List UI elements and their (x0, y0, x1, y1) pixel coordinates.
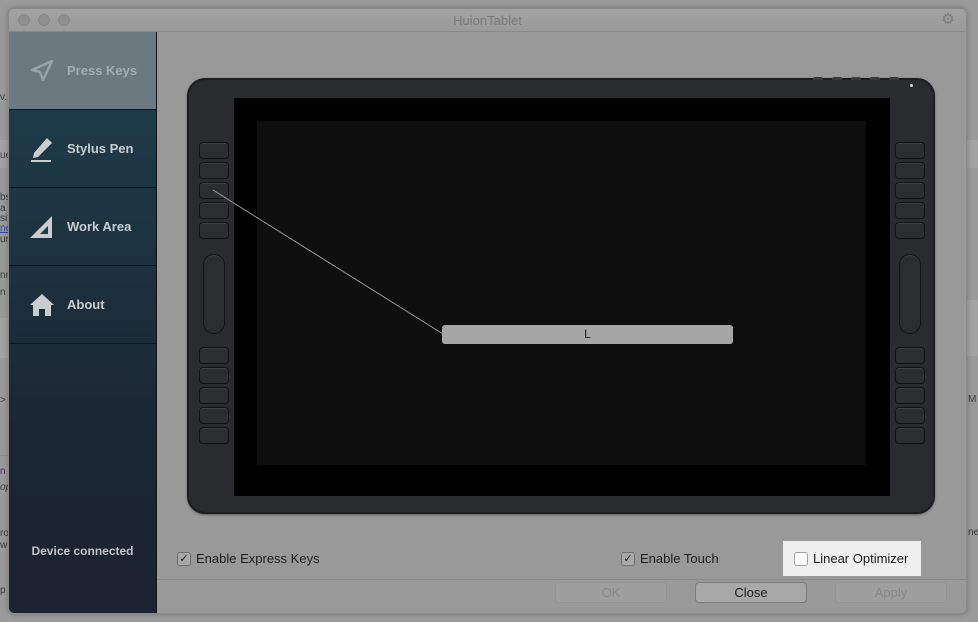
checkbox-label: Enable Touch (640, 551, 719, 566)
tablet-illustration: L (187, 77, 935, 514)
enable-express-keys-checkbox[interactable]: ✓ Enable Express Keys (177, 551, 320, 566)
bg-text: ne (968, 527, 978, 538)
left-top-express-keys (198, 142, 230, 242)
selected-key-label[interactable]: L (442, 325, 733, 344)
linear-optimizer-highlight: Linear Optimizer (783, 541, 921, 576)
desktop: v. ue bs a sit ne ur nn n A > n op ro w … (0, 0, 978, 622)
bg-strip (966, 300, 978, 356)
bg-text: n (0, 466, 6, 477)
sidebar-item-work-area[interactable]: Work Area (9, 188, 156, 266)
bg-strip (0, 318, 8, 358)
express-key[interactable] (199, 142, 229, 159)
right-bottom-express-keys (894, 347, 926, 447)
left-bottom-express-keys (198, 347, 230, 447)
express-key[interactable] (199, 407, 229, 424)
checkbox[interactable]: ✓ (621, 551, 635, 566)
footer-divider (157, 579, 966, 580)
apply-button[interactable]: Apply (835, 582, 947, 603)
sidebar: Press Keys Stylus Pen Work Area About De… (9, 32, 157, 613)
power-led (910, 84, 913, 87)
express-key[interactable] (199, 387, 229, 404)
express-key[interactable] (895, 407, 925, 424)
gear-icon[interactable]: ⚙ (940, 12, 956, 28)
checkbox-label: Enable Express Keys (196, 551, 320, 566)
bg-text: w (0, 540, 8, 551)
express-key[interactable] (199, 222, 229, 239)
linear-optimizer-checkbox[interactable]: Linear Optimizer (794, 551, 908, 566)
top-hardware-button (870, 77, 880, 80)
sidebar-item-label: Press Keys (67, 63, 138, 78)
express-key[interactable] (895, 222, 925, 239)
express-key[interactable] (895, 142, 925, 159)
cursor-arrow-icon (27, 56, 57, 86)
left-touch-ring[interactable] (203, 254, 225, 334)
express-key[interactable] (895, 202, 925, 219)
checkbox-label: Linear Optimizer (813, 551, 909, 566)
express-key[interactable] (895, 387, 925, 404)
right-touch-ring[interactable] (899, 254, 921, 334)
ok-button[interactable]: OK (555, 582, 667, 603)
huion-tablet-window: HuionTablet ⚙ Press Keys Stylus Pen Work… (8, 8, 967, 614)
window-title: HuionTablet (453, 13, 522, 28)
press-keys-panel: L ✓ Enable Express Keys ✓ Enable Touch L… (157, 32, 966, 613)
express-key[interactable] (199, 427, 229, 444)
express-key[interactable] (895, 347, 925, 364)
bg-strip (966, 140, 978, 168)
sidebar-item-stylus-pen[interactable]: Stylus Pen (9, 110, 156, 188)
express-key[interactable] (895, 427, 925, 444)
express-key[interactable] (199, 162, 229, 179)
title-bar[interactable]: HuionTablet ⚙ (9, 9, 966, 32)
top-hardware-button (889, 77, 899, 80)
top-hardware-button (851, 77, 861, 80)
pen-icon (27, 134, 57, 164)
top-hardware-button (813, 77, 823, 80)
enable-touch-checkbox[interactable]: ✓ Enable Touch (621, 551, 719, 566)
express-key[interactable] (895, 182, 925, 199)
sidebar-item-about[interactable]: About (9, 266, 156, 344)
tablet-active-area (257, 121, 866, 465)
sidebar-item-label: Work Area (67, 219, 132, 234)
express-key[interactable] (199, 367, 229, 384)
right-top-express-keys (894, 142, 926, 242)
express-key[interactable] (199, 202, 229, 219)
set-square-icon (27, 212, 57, 242)
checkbox[interactable]: ✓ (177, 551, 191, 566)
checkbox[interactable] (794, 551, 808, 566)
tablet-screen (234, 98, 890, 496)
sidebar-item-label: Stylus Pen (67, 141, 134, 156)
express-key[interactable] (895, 367, 925, 384)
bg-text: M (968, 394, 977, 405)
top-hardware-button (832, 77, 842, 80)
express-key[interactable] (199, 182, 229, 199)
bg-divider (0, 455, 8, 456)
bg-text: > (0, 395, 6, 406)
home-icon (27, 290, 57, 320)
bg-text: p (0, 585, 6, 596)
bg-text: v. (0, 92, 8, 103)
sidebar-item-press-keys[interactable]: Press Keys (9, 32, 156, 110)
express-key[interactable] (895, 162, 925, 179)
close-button[interactable]: Close (695, 582, 807, 603)
express-key[interactable] (199, 347, 229, 364)
sidebar-item-label: About (67, 297, 105, 312)
device-status: Device connected (31, 544, 134, 558)
